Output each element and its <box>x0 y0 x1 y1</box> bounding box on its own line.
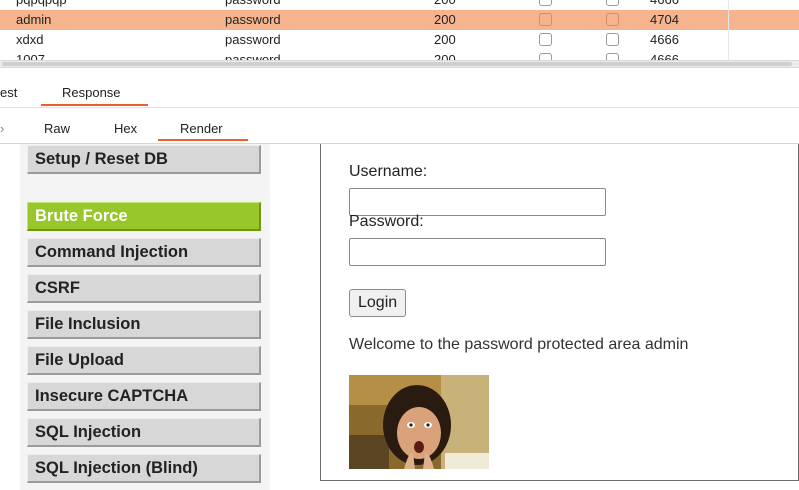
timeout-checkbox[interactable] <box>606 0 619 6</box>
menu-command-injection[interactable]: Command Injection <box>27 238 261 267</box>
username-label: Username: <box>349 163 428 180</box>
tab-request[interactable]: est <box>0 85 17 100</box>
table-row[interactable]: pqpqpqp password 200 4666 <box>0 0 799 10</box>
error-checkbox[interactable] <box>539 0 552 6</box>
status-cell: 200 <box>434 12 456 27</box>
menu-sql-injection[interactable]: SQL Injection <box>27 418 261 447</box>
status-cell: 200 <box>434 32 456 47</box>
user-photo <box>349 375 489 469</box>
menu-setup-reset-db[interactable]: Setup / Reset DB <box>27 145 261 174</box>
username-cell: xdxd <box>16 32 44 47</box>
timeout-checkbox[interactable] <box>606 53 619 60</box>
error-checkbox[interactable] <box>539 33 552 46</box>
tab-render[interactable]: Render <box>180 121 223 136</box>
main-content: Username: Password: Login Welcome to the… <box>320 144 799 481</box>
menu-insecure-captcha[interactable]: Insecure CAPTCHA <box>27 382 261 411</box>
username-cell: pqpqpqp <box>16 0 67 7</box>
timeout-checkbox[interactable] <box>606 13 619 26</box>
username-cell: 1007 <box>16 52 45 60</box>
table-row[interactable]: 1007 password 200 4666 <box>0 50 799 60</box>
password-cell: password <box>225 32 281 47</box>
table-row[interactable]: xdxd password 200 4666 <box>0 30 799 50</box>
length-cell: 4666 <box>650 0 679 7</box>
tab-scroll-left[interactable]: › <box>0 121 4 136</box>
menu-file-upload[interactable]: File Upload <box>27 346 261 375</box>
error-checkbox[interactable] <box>539 53 552 60</box>
password-label: Password: <box>349 213 424 230</box>
password-cell: password <box>225 52 281 60</box>
password-cell: password <box>225 0 281 7</box>
menu-csrf[interactable]: CSRF <box>27 274 261 303</box>
menu-sql-injection-blind[interactable]: SQL Injection (Blind) <box>27 454 261 483</box>
rendered-response: Setup / Reset DB Brute Force Command Inj… <box>0 144 799 490</box>
status-cell: 200 <box>434 0 456 7</box>
menu-file-inclusion[interactable]: File Inclusion <box>27 310 261 339</box>
password-field[interactable] <box>349 238 606 266</box>
dvwa-menu: Setup / Reset DB Brute Force Command Inj… <box>20 144 270 490</box>
horizontal-scrollbar[interactable] <box>0 60 799 68</box>
active-tab-indicator <box>41 104 148 106</box>
length-cell: 4666 <box>650 32 679 47</box>
column-divider <box>728 0 729 60</box>
tab-hex[interactable]: Hex <box>114 121 137 136</box>
view-tabs: › Raw Hex Render <box>0 108 799 144</box>
username-field[interactable] <box>349 188 606 216</box>
results-table: pqpqpqp password 200 4666 admin password… <box>0 0 799 60</box>
table-row-selected[interactable]: admin password 200 4704 <box>0 10 799 30</box>
active-tab-indicator <box>158 139 248 141</box>
tab-response[interactable]: Response <box>62 85 121 100</box>
status-cell: 200 <box>434 52 456 60</box>
scrollbar-thumb[interactable] <box>2 62 792 66</box>
timeout-checkbox[interactable] <box>606 33 619 46</box>
username-cell: admin <box>16 12 52 27</box>
login-button[interactable]: Login <box>349 289 407 317</box>
length-cell: 4666 <box>650 52 679 60</box>
length-cell: 4704 <box>650 12 679 27</box>
tab-raw[interactable]: Raw <box>44 121 70 136</box>
welcome-message: Welcome to the password protected area a… <box>349 336 689 353</box>
error-checkbox[interactable] <box>539 13 552 26</box>
menu-brute-force[interactable]: Brute Force <box>27 202 261 231</box>
password-cell: password <box>225 12 281 27</box>
message-tabs: est Response <box>0 68 799 108</box>
